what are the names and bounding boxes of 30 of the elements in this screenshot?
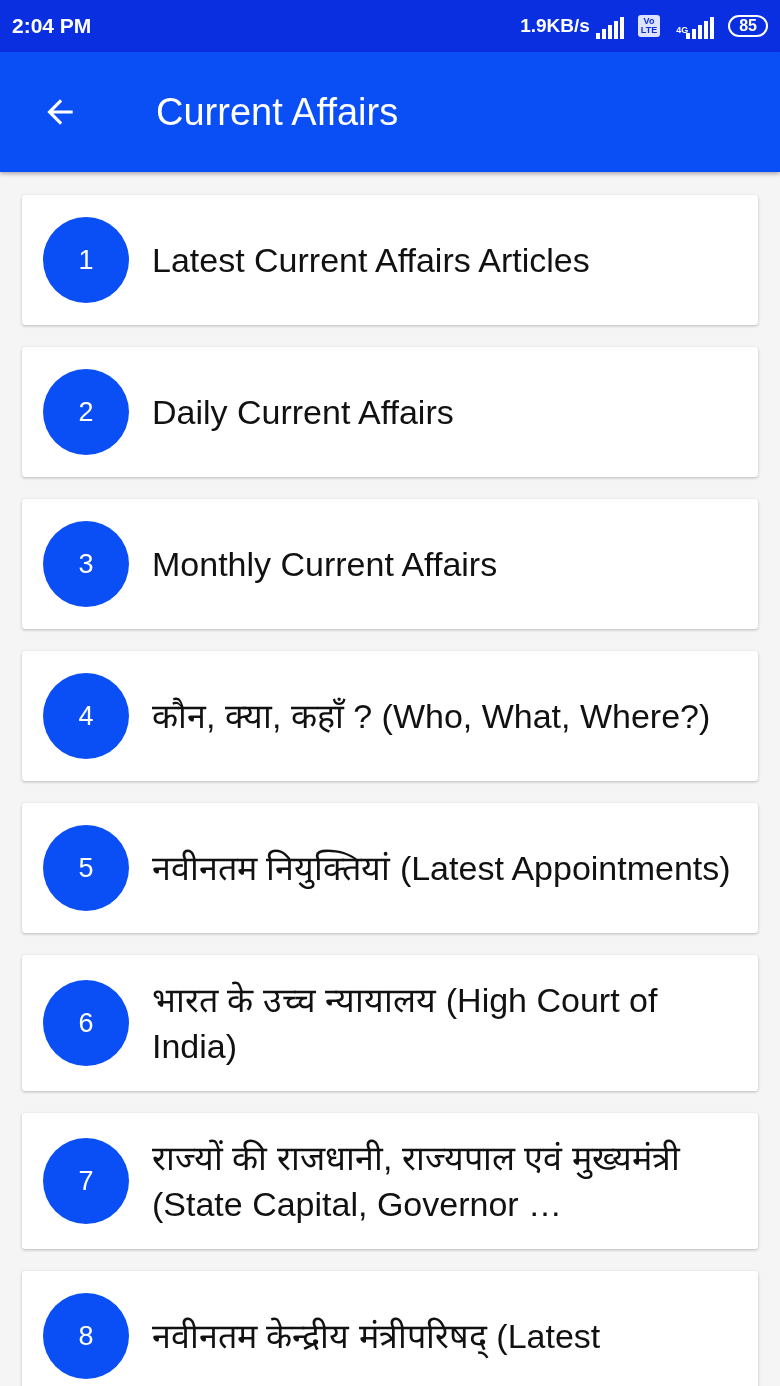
number-badge: 7 — [43, 1138, 129, 1224]
list-item-card[interactable]: 6 भारत के उच्च न्यायालय (High Court of India) — [22, 955, 758, 1091]
list-item-card[interactable]: 8 नवीनतम केन्द्रीय मंत्रीपरिषद् (Latest — [22, 1271, 758, 1386]
number-badge: 2 — [43, 369, 129, 455]
list-item-card[interactable]: 4 कौन, क्या, कहाँ ? (Who, What, Where?) — [22, 651, 758, 781]
list-item-card[interactable]: 5 नवीनतम नियुक्तियां (Latest Appointments) — [22, 803, 758, 933]
battery-level: 85 — [728, 15, 768, 37]
number-badge: 5 — [43, 825, 129, 911]
item-label: भारत के उच्च न्यायालय (High Court of India) — [152, 980, 659, 1067]
volte-badge: Vo LTE — [637, 15, 661, 37]
network-type: 4G — [676, 25, 689, 35]
item-label: Latest Current Affairs Articles — [152, 240, 590, 281]
status-time: 2:04 PM — [12, 14, 92, 38]
number-badge: 3 — [43, 521, 129, 607]
item-label: राज्यों की राजधानी, राज्यपाल एवं मुख्यमंत्री (State Capital, Governor … — [152, 1138, 682, 1225]
item-label: Monthly Current Affairs — [152, 544, 498, 585]
item-label: नवीनतम केन्द्रीय मंत्रीपरिषद् (Latest — [152, 1313, 601, 1359]
item-label: नवीनतम नियुक्तियां (Latest Appointments) — [152, 848, 731, 891]
list-item-card[interactable]: 1 Latest Current Affairs Articles — [22, 195, 758, 325]
list-item-card[interactable]: 2 Daily Current Affairs — [22, 347, 758, 477]
number-badge: 4 — [43, 673, 129, 759]
number-badge: 1 — [43, 217, 129, 303]
app-title: Current Affairs — [156, 90, 399, 134]
item-label: Daily Current Affairs — [152, 392, 454, 433]
number-badge: 8 — [43, 1293, 129, 1379]
item-label: कौन, क्या, कहाँ ? (Who, What, Where?) — [152, 696, 711, 737]
list-item-card[interactable]: 7 राज्यों की राजधानी, राज्यपाल एवं मुख्यमंत्री (State Capital, Governor … — [22, 1113, 758, 1249]
number-badge: 6 — [43, 980, 129, 1066]
network-speed: 1.9KB/s — [520, 15, 590, 37]
list-item-card[interactable]: 3 Monthly Current Affairs — [22, 499, 758, 629]
